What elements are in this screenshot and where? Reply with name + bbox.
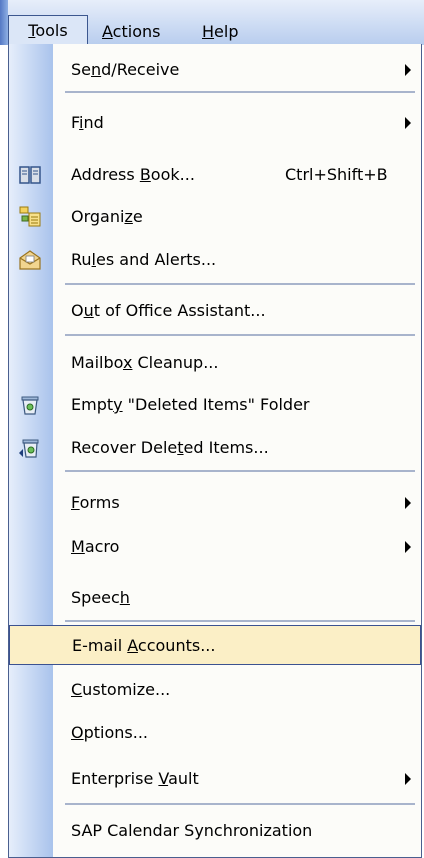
empty-trash-icon <box>18 393 42 417</box>
menu-item-label: Rules and Alerts... <box>71 250 217 269</box>
menu-item-options[interactable]: Options... <box>9 713 421 753</box>
menu-item-find[interactable]: Find <box>9 103 421 143</box>
menu-item-label: Mailbox Cleanup... <box>71 353 219 372</box>
submenu-arrow-icon <box>405 117 411 129</box>
organize-icon <box>18 205 42 229</box>
menu-item-label: Send/Receive <box>71 60 180 79</box>
menu-item-label: Recover Deleted Items... <box>71 438 269 457</box>
submenu-arrow-icon <box>405 497 411 509</box>
menu-bar: Tools Actions Help <box>0 0 424 45</box>
tools-label: ools <box>35 21 68 40</box>
menu-item-label: Organize <box>71 207 143 226</box>
menu-help[interactable]: Help <box>196 20 244 44</box>
menu-item-label: Empty "Deleted Items" Folder <box>71 395 310 414</box>
actions-mnemonic: A <box>102 22 113 41</box>
menu-item-send-receive[interactable]: Send/Receive <box>9 50 421 90</box>
menu-separator <box>65 470 415 472</box>
submenu-arrow-icon <box>405 773 411 785</box>
menu-item-label: Customize... <box>71 680 171 699</box>
menu-item-email-accounts[interactable]: E-mail Accounts... <box>9 625 421 665</box>
menu-item-enterprise-vault[interactable]: Enterprise Vault <box>9 759 421 799</box>
shortcut-label: Ctrl+Shift+B <box>285 165 388 184</box>
menu-item-sap-calendar-synchronization[interactable]: SAP Calendar Synchronization <box>9 811 421 851</box>
tools-dropdown-menu: Send/Receive Find Address Book... Ctrl+Shi… <box>8 44 422 858</box>
menu-item-label: Enterprise Vault <box>71 769 199 788</box>
menu-item-out-of-office-assistant[interactable]: Out of Office Assistant... <box>9 291 421 331</box>
menu-item-label: Address Book... <box>71 165 195 184</box>
menu-item-label: Speech <box>71 588 130 607</box>
submenu-arrow-icon <box>405 541 411 553</box>
menu-item-label: Macro <box>71 537 120 556</box>
help-label: elp <box>214 22 239 41</box>
menu-item-recover-deleted-items[interactable]: Recover Deleted Items... <box>9 428 421 468</box>
menu-separator <box>65 334 415 336</box>
menu-separator <box>65 91 415 93</box>
menu-item-customize[interactable]: Customize... <box>9 670 421 710</box>
menu-item-rules-and-alerts[interactable]: Rules and Alerts... <box>9 240 421 280</box>
menu-item-organize[interactable]: Organize <box>9 197 421 237</box>
menu-item-address-book[interactable]: Address Book... Ctrl+Shift+B <box>9 155 421 195</box>
menu-item-label: Forms <box>71 493 120 512</box>
menu-tools[interactable]: Tools <box>8 15 88 45</box>
menu-item-label: Out of Office Assistant... <box>71 301 266 320</box>
help-mnemonic: H <box>202 22 215 41</box>
actions-label: ctions <box>112 22 161 41</box>
address-book-icon <box>18 163 42 187</box>
menu-separator <box>65 283 415 285</box>
menu-item-macro[interactable]: Macro <box>9 527 421 567</box>
menubar-grip <box>0 0 8 45</box>
menu-actions[interactable]: Actions <box>96 20 166 44</box>
submenu-arrow-icon <box>405 64 411 76</box>
menu-item-label: E-mail Accounts... <box>72 636 216 655</box>
rules-alerts-icon <box>18 248 42 272</box>
menu-item-speech[interactable]: Speech <box>9 578 421 618</box>
menu-item-label: Find <box>71 113 104 132</box>
menu-item-label: SAP Calendar Synchronization <box>71 821 313 840</box>
menu-separator <box>65 803 415 805</box>
menu-item-forms[interactable]: Forms <box>9 483 421 523</box>
menu-separator <box>65 620 415 622</box>
recover-trash-icon <box>18 436 42 460</box>
menu-item-empty-deleted-items-folder[interactable]: Empty "Deleted Items" Folder <box>9 385 421 425</box>
menu-item-mailbox-cleanup[interactable]: Mailbox Cleanup... <box>9 343 421 383</box>
menu-item-label: Options... <box>71 723 148 742</box>
